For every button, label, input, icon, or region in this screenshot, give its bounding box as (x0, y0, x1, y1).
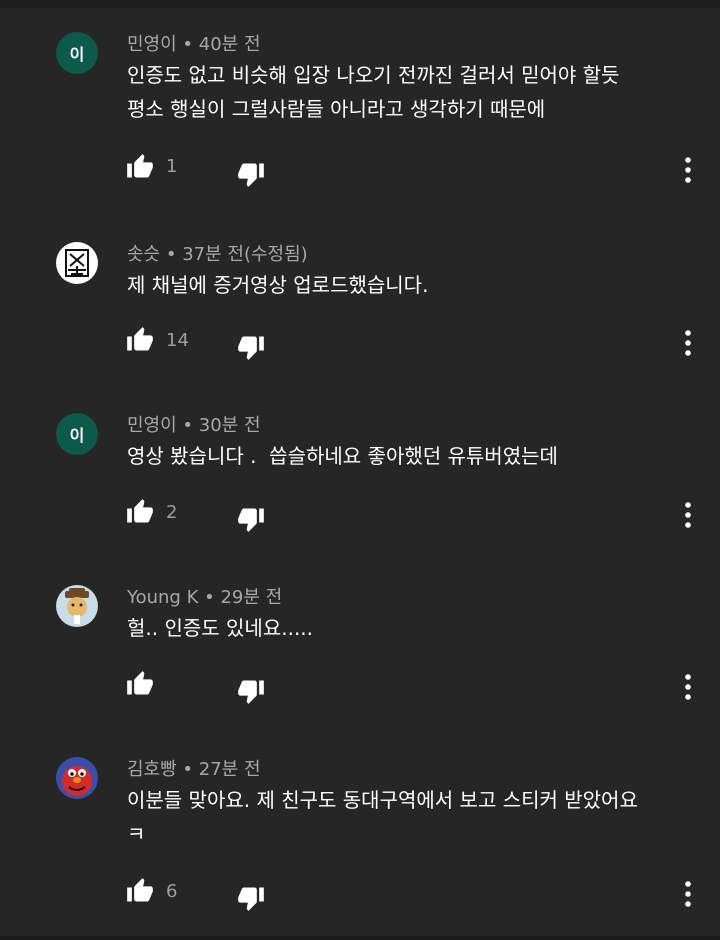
more-vert-icon (678, 880, 698, 908)
author-name[interactable]: 민영이 (127, 415, 177, 436)
brush-logo-icon (65, 249, 89, 277)
thumbs-up-icon (126, 877, 154, 905)
more-options-button[interactable] (678, 673, 698, 701)
comment-text: 제 채널에 증거영상 업로드했습니다. (127, 273, 429, 297)
thumbs-down-icon (237, 333, 265, 361)
like-count: 6 (166, 881, 178, 902)
comment-meta: Young K • 29분 전 (127, 583, 282, 609)
dislike-button[interactable] (237, 677, 265, 705)
meta-separator: • (204, 587, 215, 608)
more-options-button[interactable] (678, 501, 698, 529)
author-name[interactable]: 솟슷 (127, 244, 160, 265)
like-count: 1 (166, 156, 178, 177)
comment-item: Young K • 29분 전 헐.. 인증도 있네요..... (0, 585, 720, 757)
more-options-button[interactable] (678, 329, 698, 357)
comment-time: 40분 전 (198, 34, 261, 55)
more-vert-icon (678, 156, 698, 184)
comment-meta: 민영이 • 40분 전 (127, 30, 261, 56)
character-avatar-icon (65, 588, 89, 624)
avatar[interactable] (56, 585, 98, 627)
comment-meta: 민영이 • 30분 전 (127, 411, 261, 437)
dislike-button[interactable] (237, 505, 265, 533)
like-button[interactable] (126, 326, 154, 354)
comment-time: 30분 전 (198, 415, 261, 436)
comment-time: 29분 전 (220, 587, 283, 608)
thumbs-up-icon (126, 670, 154, 698)
more-options-button[interactable] (678, 156, 698, 184)
meta-separator: • (165, 244, 177, 265)
dislike-button[interactable] (237, 884, 265, 912)
like-button[interactable] (126, 153, 154, 181)
like-button[interactable] (126, 498, 154, 526)
avatar[interactable]: 이 (56, 413, 98, 455)
like-count: 2 (166, 502, 178, 523)
top-divider (0, 0, 720, 8)
comment-item: 이 민영이 • 30분 전 영상 봤습니다 . 씁슬하네요 좋아했던 유튜버였는… (0, 413, 720, 585)
comment-meta: 김호빵 • 27분 전 (127, 755, 261, 781)
avatar[interactable] (56, 757, 98, 799)
thumbs-up-icon (126, 498, 154, 526)
bottom-divider (0, 936, 720, 940)
meta-separator: • (182, 415, 194, 436)
red-monster-avatar-icon (62, 766, 92, 796)
comment-item: 이 민영이 • 40분 전 인증도 없고 비슷해 입장 나오기 전까진 걸러서 … (0, 32, 720, 204)
author-name[interactable]: Young K (127, 587, 198, 608)
thumbs-down-icon (237, 884, 265, 912)
avatar[interactable] (56, 242, 98, 284)
thumbs-down-icon (237, 677, 265, 705)
thumbs-up-icon (126, 326, 154, 354)
dislike-button[interactable] (237, 333, 265, 361)
like-button[interactable] (126, 670, 154, 698)
author-name[interactable]: 김호빵 (127, 759, 177, 780)
meta-separator: • (182, 759, 194, 780)
comment-item: 솟슷 • 37분 전(수정됨) 제 채널에 증거영상 업로드했습니다. 14 (0, 242, 720, 414)
author-name[interactable]: 민영이 (127, 34, 177, 55)
like-button[interactable] (126, 877, 154, 905)
comment-text: 헐.. 인증도 있네요..... (127, 616, 314, 640)
comment-item: 김호빵 • 27분 전 이분들 맞아요. 제 친구도 동대구역에서 보고 스티커… (0, 757, 720, 929)
comment-time: 27분 전 (198, 759, 261, 780)
comment-meta: 솟슷 • 37분 전(수정됨) (127, 240, 308, 266)
comment-text: 인증도 없고 비슷해 입장 나오기 전까진 걸러서 믿어야 할듯 평소 행실이 … (127, 63, 620, 121)
dislike-button[interactable] (237, 160, 265, 188)
more-options-button[interactable] (678, 880, 698, 908)
more-vert-icon (678, 329, 698, 357)
thumbs-down-icon (237, 505, 265, 533)
more-vert-icon (678, 501, 698, 529)
meta-separator: • (182, 34, 194, 55)
comment-text: 영상 봤습니다 . 씁슬하네요 좋아했던 유튜버였는데 (127, 444, 558, 468)
comment-text: 이분들 맞아요. 제 친구도 동대구역에서 보고 스티커 받았어요 ㅋ (127, 788, 638, 846)
like-count: 14 (166, 330, 189, 351)
thumbs-up-icon (126, 153, 154, 181)
comment-time: 37분 전(수정됨) (182, 244, 308, 265)
avatar[interactable]: 이 (56, 32, 98, 74)
thumbs-down-icon (237, 160, 265, 188)
more-vert-icon (678, 673, 698, 701)
